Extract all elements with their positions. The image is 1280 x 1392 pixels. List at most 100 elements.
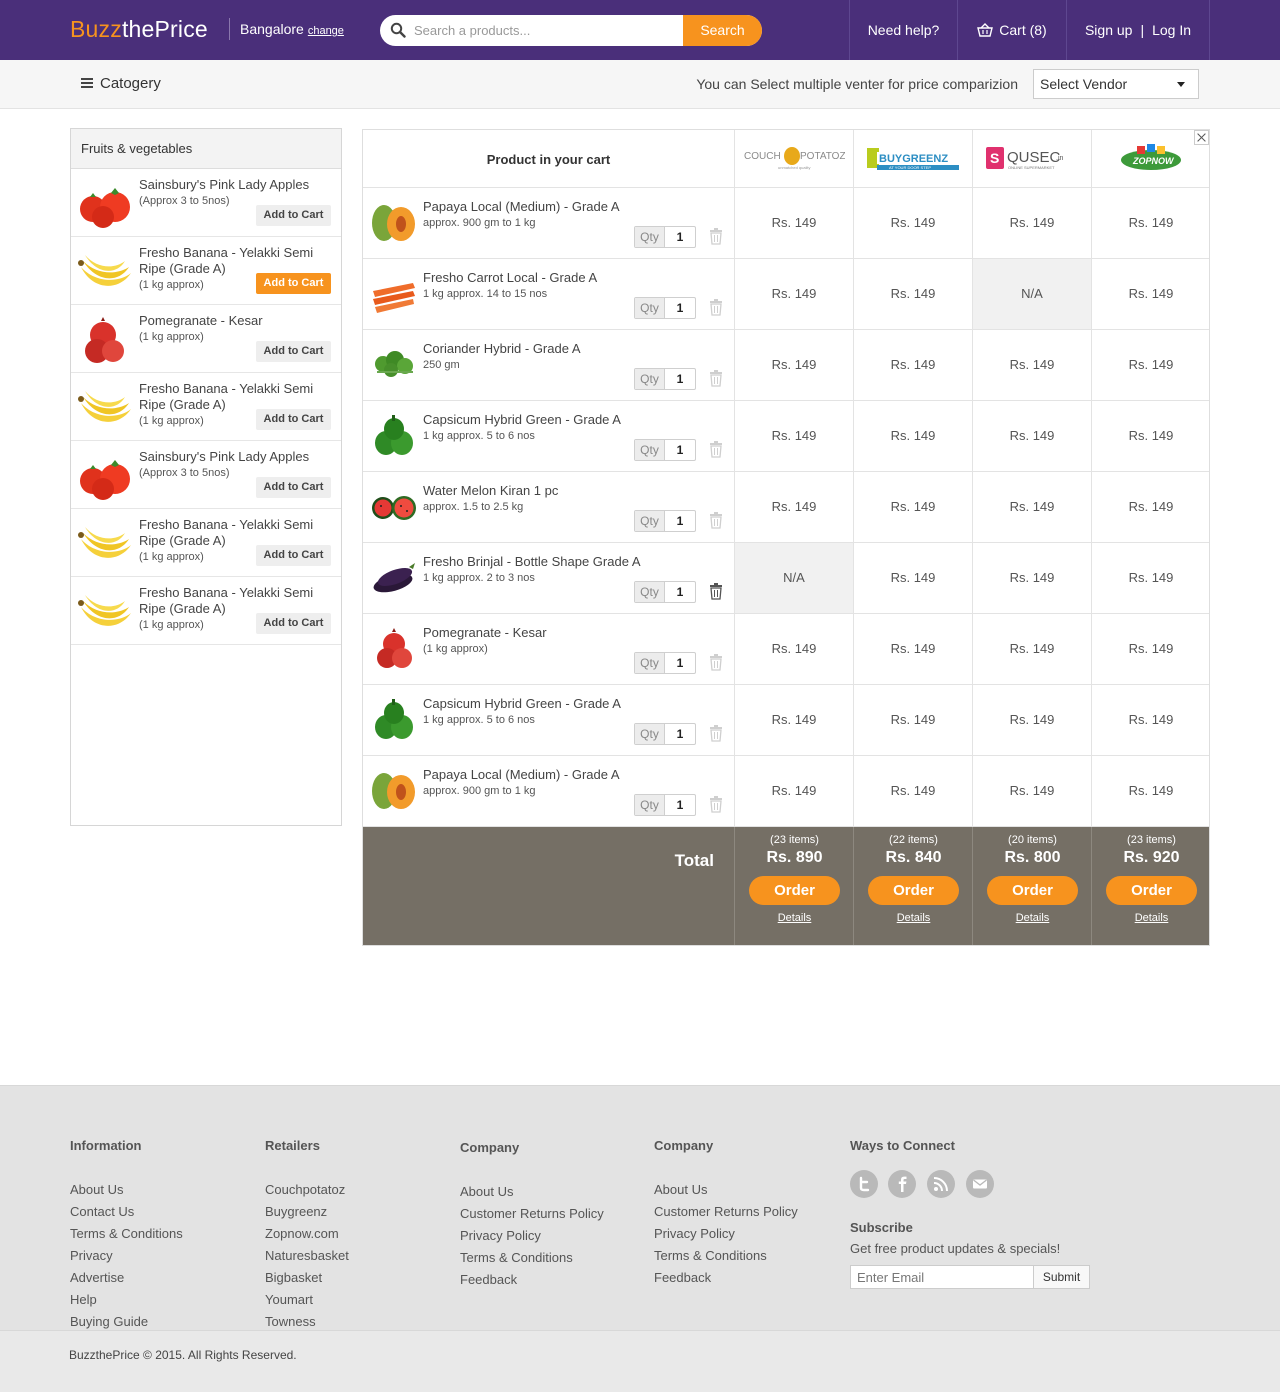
mail-icon[interactable] bbox=[966, 1170, 994, 1198]
qty-value[interactable]: 1 bbox=[665, 369, 695, 389]
total-items: (20 items) bbox=[1008, 834, 1057, 846]
twitter-icon[interactable] bbox=[850, 1170, 878, 1198]
footer-column-company: Company About Us Customer Returns Policy… bbox=[460, 1140, 604, 1291]
trash-icon[interactable] bbox=[709, 512, 723, 529]
footer-link[interactable]: Feedback bbox=[460, 1269, 604, 1291]
cart-link[interactable]: Cart (8) bbox=[957, 0, 1066, 60]
close-icon[interactable] bbox=[1194, 130, 1209, 145]
qty-value[interactable]: 1 bbox=[665, 653, 695, 673]
add-to-cart-button[interactable]: Add to Cart bbox=[256, 409, 331, 430]
quantity-field[interactable]: Qty 1 bbox=[634, 368, 696, 390]
sidebar-product: Fresho Banana - Yelakki Semi Ripe (Grade… bbox=[71, 237, 341, 305]
category-menu-button[interactable]: Catogery bbox=[81, 75, 161, 92]
footer-link[interactable]: Buygreenz bbox=[265, 1201, 349, 1223]
vendor-hint-text: You can Select multiple venter for price… bbox=[696, 76, 1018, 92]
footer-link[interactable]: About Us bbox=[654, 1179, 798, 1201]
order-button[interactable]: Order bbox=[868, 876, 959, 905]
signup-link[interactable]: Sign up bbox=[1085, 22, 1132, 38]
need-help-link[interactable]: Need help? bbox=[849, 0, 957, 60]
footer-column-retailers: Retailers Couchpotatoz Buygreenz Zopnow.… bbox=[265, 1138, 349, 1333]
vendor-select[interactable]: Select Vendor bbox=[1033, 69, 1199, 99]
footer-link[interactable]: Help bbox=[70, 1289, 183, 1311]
trash-icon[interactable] bbox=[709, 228, 723, 245]
footer-link[interactable]: Bigbasket bbox=[265, 1267, 349, 1289]
cart-product-name: Coriander Hybrid - Grade A bbox=[423, 341, 581, 356]
footer-link[interactable]: Customer Returns Policy bbox=[654, 1201, 798, 1223]
vendor-header-zopnow[interactable]: ZOPNOW bbox=[1091, 130, 1210, 187]
facebook-icon[interactable] bbox=[888, 1170, 916, 1198]
qty-value[interactable]: 1 bbox=[665, 298, 695, 318]
quantity-field[interactable]: Qty 1 bbox=[634, 510, 696, 532]
cart-product-cell: Coriander Hybrid - Grade A 250 gm Qty 1 bbox=[363, 330, 734, 400]
footer-link[interactable]: Contact Us bbox=[70, 1201, 183, 1223]
quantity-field[interactable]: Qty 1 bbox=[634, 581, 696, 603]
cart-product-sub: approx. 900 gm to 1 kg bbox=[423, 217, 536, 229]
svg-text:POTATOZ: POTATOZ bbox=[800, 151, 845, 162]
qty-value[interactable]: 1 bbox=[665, 795, 695, 815]
sidebar-product-name: Pomegranate - Kesar bbox=[139, 313, 263, 328]
vendor-header-buygreenz[interactable]: BUYGREENZ AT YOUR DOOR STEP bbox=[853, 130, 972, 187]
trash-icon[interactable] bbox=[709, 299, 723, 316]
order-button[interactable]: Order bbox=[987, 876, 1078, 905]
qty-value[interactable]: 1 bbox=[665, 440, 695, 460]
vendor-price: Rs. 149 bbox=[1091, 330, 1210, 400]
add-to-cart-button[interactable]: Add to Cart bbox=[256, 613, 331, 634]
quantity-field[interactable]: Qty 1 bbox=[634, 723, 696, 745]
footer-link[interactable]: Customer Returns Policy bbox=[460, 1203, 604, 1225]
vendor-header-couchpotatoz[interactable]: COUCH POTATOZ unmatched quality bbox=[734, 130, 853, 187]
trash-icon[interactable] bbox=[709, 441, 723, 458]
trash-icon[interactable] bbox=[709, 583, 723, 600]
quantity-field[interactable]: Qty 1 bbox=[634, 439, 696, 461]
footer-link[interactable]: Terms & Conditions bbox=[70, 1223, 183, 1245]
email-field[interactable] bbox=[851, 1266, 1033, 1288]
footer-link[interactable]: Privacy Policy bbox=[654, 1223, 798, 1245]
search-input[interactable] bbox=[414, 15, 714, 46]
footer-link[interactable]: About Us bbox=[70, 1179, 183, 1201]
submit-button[interactable]: Submit bbox=[1033, 1266, 1089, 1288]
trash-icon[interactable] bbox=[709, 654, 723, 671]
footer-link[interactable]: Advertise bbox=[70, 1267, 183, 1289]
qty-value[interactable]: 1 bbox=[665, 724, 695, 744]
trash-icon[interactable] bbox=[709, 796, 723, 813]
trash-icon[interactable] bbox=[709, 370, 723, 387]
add-to-cart-button[interactable]: Add to Cart bbox=[256, 273, 331, 294]
footer-link[interactable]: Naturesbasket bbox=[265, 1245, 349, 1267]
rss-icon[interactable] bbox=[927, 1170, 955, 1198]
trash-icon[interactable] bbox=[709, 725, 723, 742]
qty-value[interactable]: 1 bbox=[665, 511, 695, 531]
details-link[interactable]: Details bbox=[735, 912, 854, 924]
add-to-cart-button[interactable]: Add to Cart bbox=[256, 477, 331, 498]
qty-value[interactable]: 1 bbox=[665, 582, 695, 602]
quantity-field[interactable]: Qty 1 bbox=[634, 794, 696, 816]
quantity-field[interactable]: Qty 1 bbox=[634, 226, 696, 248]
quantity-field[interactable]: Qty 1 bbox=[634, 652, 696, 674]
vendor-header-qusec[interactable]: S QUSEC .in ONLINE SUPERMARKET bbox=[972, 130, 1091, 187]
category-label: Catogery bbox=[100, 75, 161, 92]
footer-link[interactable]: Terms & Conditions bbox=[460, 1247, 604, 1269]
add-to-cart-button[interactable]: Add to Cart bbox=[256, 545, 331, 566]
footer-link[interactable]: Privacy bbox=[70, 1245, 183, 1267]
details-link[interactable]: Details bbox=[854, 912, 973, 924]
add-to-cart-button[interactable]: Add to Cart bbox=[256, 341, 331, 362]
order-button[interactable]: Order bbox=[749, 876, 840, 905]
details-link[interactable]: Details bbox=[973, 912, 1092, 924]
footer-link[interactable]: Privacy Policy bbox=[460, 1225, 604, 1247]
footer-link[interactable]: Couchpotatoz bbox=[265, 1179, 349, 1201]
change-city-link[interactable]: change bbox=[308, 25, 344, 37]
add-to-cart-button[interactable]: Add to Cart bbox=[256, 205, 331, 226]
hamburger-icon bbox=[81, 77, 93, 88]
footer-link[interactable]: Youmart bbox=[265, 1289, 349, 1311]
footer-link[interactable]: Terms & Conditions bbox=[654, 1245, 798, 1267]
order-button[interactable]: Order bbox=[1106, 876, 1197, 905]
cart-product-name: Capsicum Hybrid Green - Grade A bbox=[423, 696, 621, 711]
details-link[interactable]: Details bbox=[1092, 912, 1211, 924]
cart-product-name: Fresho Carrot Local - Grade A bbox=[423, 270, 598, 285]
site-logo[interactable]: BuzzthePrice bbox=[70, 16, 208, 43]
quantity-field[interactable]: Qty 1 bbox=[634, 297, 696, 319]
qty-value[interactable]: 1 bbox=[665, 227, 695, 247]
search-button[interactable]: Search bbox=[683, 15, 762, 46]
footer-link[interactable]: Feedback bbox=[654, 1267, 798, 1289]
login-link[interactable]: Log In bbox=[1152, 22, 1191, 38]
footer-link[interactable]: Zopnow.com bbox=[265, 1223, 349, 1245]
footer-link[interactable]: About Us bbox=[460, 1181, 604, 1203]
